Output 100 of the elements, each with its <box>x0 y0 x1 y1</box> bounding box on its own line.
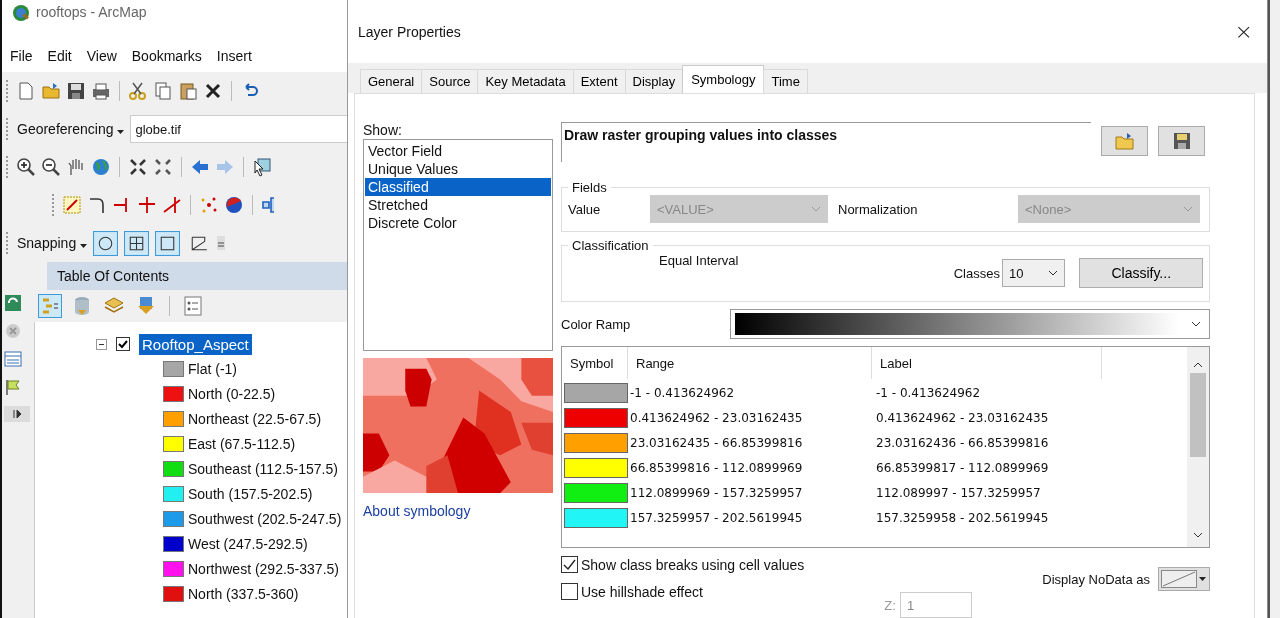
refresh-icon[interactable] <box>4 294 22 312</box>
symbol-swatch[interactable] <box>564 482 628 503</box>
classes-dropdown[interactable]: 10 <box>1002 259 1066 287</box>
about-link[interactable]: About symbology <box>363 503 553 519</box>
globe-icon[interactable] <box>91 157 111 177</box>
list-by-drawing-order-icon[interactable] <box>38 294 62 318</box>
legend-label: West (247.5-292.5) <box>188 535 308 552</box>
hand-icon[interactable] <box>66 157 86 177</box>
symbol-swatch[interactable] <box>564 507 628 528</box>
checkbox[interactable] <box>561 583 578 600</box>
nodata-color-picker[interactable] <box>1158 567 1210 591</box>
menu-item[interactable]: Edit <box>47 48 72 64</box>
chevron-down-icon <box>811 206 821 212</box>
list-item[interactable]: Stretched <box>365 196 551 214</box>
chevron-up-icon[interactable] <box>1193 361 1203 369</box>
classify-button[interactable]: Classify... <box>1079 258 1203 288</box>
print-icon[interactable] <box>91 81 111 101</box>
tab[interactable]: Symbology <box>682 65 765 93</box>
column-header[interactable]: Symbol <box>562 347 628 379</box>
table-cell-text: 157.3259957 - 202.5619945 <box>629 510 804 525</box>
column-header[interactable]: Label <box>872 347 1102 379</box>
point-snapping-icon[interactable] <box>93 230 119 256</box>
symbol-swatch[interactable] <box>564 407 628 428</box>
delete-icon[interactable] <box>203 81 223 101</box>
new-document-icon[interactable] <box>16 81 36 101</box>
zoom-out-icon[interactable] <box>41 157 61 177</box>
flag-icon[interactable] <box>4 378 22 396</box>
column-header[interactable]: Range <box>628 347 872 379</box>
layer-name[interactable]: Rooftop_Aspect <box>139 333 252 355</box>
table-cell-text: 0.413624962 - 23.03162435 <box>629 410 804 425</box>
checkbox[interactable] <box>561 556 578 573</box>
shrink-icon[interactable] <box>128 157 148 177</box>
tab[interactable]: Time <box>763 69 808 93</box>
symbol-swatch[interactable] <box>564 457 628 478</box>
menu-item[interactable]: Bookmarks <box>131 48 202 64</box>
table-cell-text: 66.85399817 - 112.0899969 <box>875 460 1050 475</box>
table-cell-text: 66.85399816 - 112.0899969 <box>629 460 804 475</box>
legend-label: North (337.5-360) <box>188 585 299 602</box>
menu-item[interactable]: View <box>86 48 117 64</box>
list-item[interactable]: Classified <box>365 178 551 196</box>
window-list-icon[interactable] <box>4 350 22 368</box>
group-title: Classification <box>571 238 650 253</box>
chevron-down-icon[interactable] <box>1193 531 1203 539</box>
options-icon[interactable] <box>181 294 205 318</box>
list-item[interactable]: Discrete Color <box>365 214 551 232</box>
caret-icon <box>1198 577 1206 581</box>
select-pointer-icon[interactable] <box>252 157 272 177</box>
paste-icon[interactable] <box>178 81 198 101</box>
cross-tool-icon[interactable] <box>137 195 157 215</box>
scrollbar[interactable] <box>1187 347 1209 547</box>
z-label: Z: <box>884 597 896 613</box>
menu-item[interactable]: Insert <box>216 48 252 64</box>
list-item[interactable]: Vector Field <box>365 142 551 160</box>
menu-item[interactable]: File <box>10 48 33 64</box>
color-ramp-label: Color Ramp <box>561 316 631 332</box>
group-title: Fields <box>571 180 608 195</box>
checkbox[interactable] <box>116 337 130 351</box>
intersect-icon[interactable] <box>162 195 182 215</box>
symbol-swatch[interactable] <box>564 432 628 453</box>
list-item[interactable]: Unique Values <box>365 160 551 178</box>
cut-icon[interactable] <box>128 81 148 101</box>
copy-icon[interactable] <box>153 81 173 101</box>
table-cell-text: -1 - 0.413624962 <box>875 385 982 400</box>
save-button[interactable] <box>1158 126 1205 156</box>
save-icon[interactable] <box>66 81 86 101</box>
panel-title: Table Of Contents <box>57 268 170 284</box>
z-factor-field[interactable]: 1 <box>899 592 972 618</box>
description-box: Draw raster grouping values into classes <box>561 122 1091 162</box>
show-label: Show: <box>363 122 403 138</box>
edge-snapping-icon[interactable] <box>155 230 181 256</box>
folder-icon <box>1114 132 1135 150</box>
grid-snapping-icon[interactable] <box>124 230 150 256</box>
line-tool-icon[interactable] <box>62 195 82 215</box>
close-button[interactable]: × <box>1228 19 1259 45</box>
checkbox-label: Use hillshade effect <box>581 583 703 600</box>
value-label: Value <box>568 201 602 217</box>
georeferencing-menu[interactable]: Georeferencing <box>17 121 125 137</box>
legend-label: Southwest (202.5-247.5) <box>188 510 342 527</box>
zoom-in-icon[interactable] <box>16 157 36 177</box>
table-cell-text: 0.413624962 - 23.03162435 <box>875 410 1050 425</box>
curve-tool-icon[interactable] <box>87 195 107 215</box>
symbol-swatch[interactable] <box>564 382 628 403</box>
sphere-icon[interactable] <box>224 195 244 215</box>
open-folder-icon[interactable] <box>41 81 61 101</box>
color-ramp-dropdown[interactable] <box>730 309 1210 339</box>
snapping-menu[interactable]: Snapping <box>17 235 88 251</box>
legend-label: Northeast (22.5-67.5) <box>188 410 322 427</box>
legend-label: Northwest (292.5-337.5) <box>188 560 339 577</box>
chevron-down-icon <box>1183 206 1193 212</box>
toolbar-options-icon[interactable] <box>217 236 226 250</box>
points-icon[interactable] <box>199 195 219 215</box>
back-arrow-icon[interactable] <box>190 157 210 177</box>
tab[interactable]: General <box>360 69 423 93</box>
app-logo-icon <box>12 4 30 22</box>
expand-icon[interactable] <box>153 157 173 177</box>
expand-panel-icon[interactable] <box>4 406 30 422</box>
window-title: rooftops - ArcMap <box>36 4 147 20</box>
layer-field[interactable]: globe.tif <box>130 115 347 143</box>
legend-label: South (157.5-202.5) <box>188 485 313 502</box>
collapse-icon[interactable] <box>96 338 107 350</box>
